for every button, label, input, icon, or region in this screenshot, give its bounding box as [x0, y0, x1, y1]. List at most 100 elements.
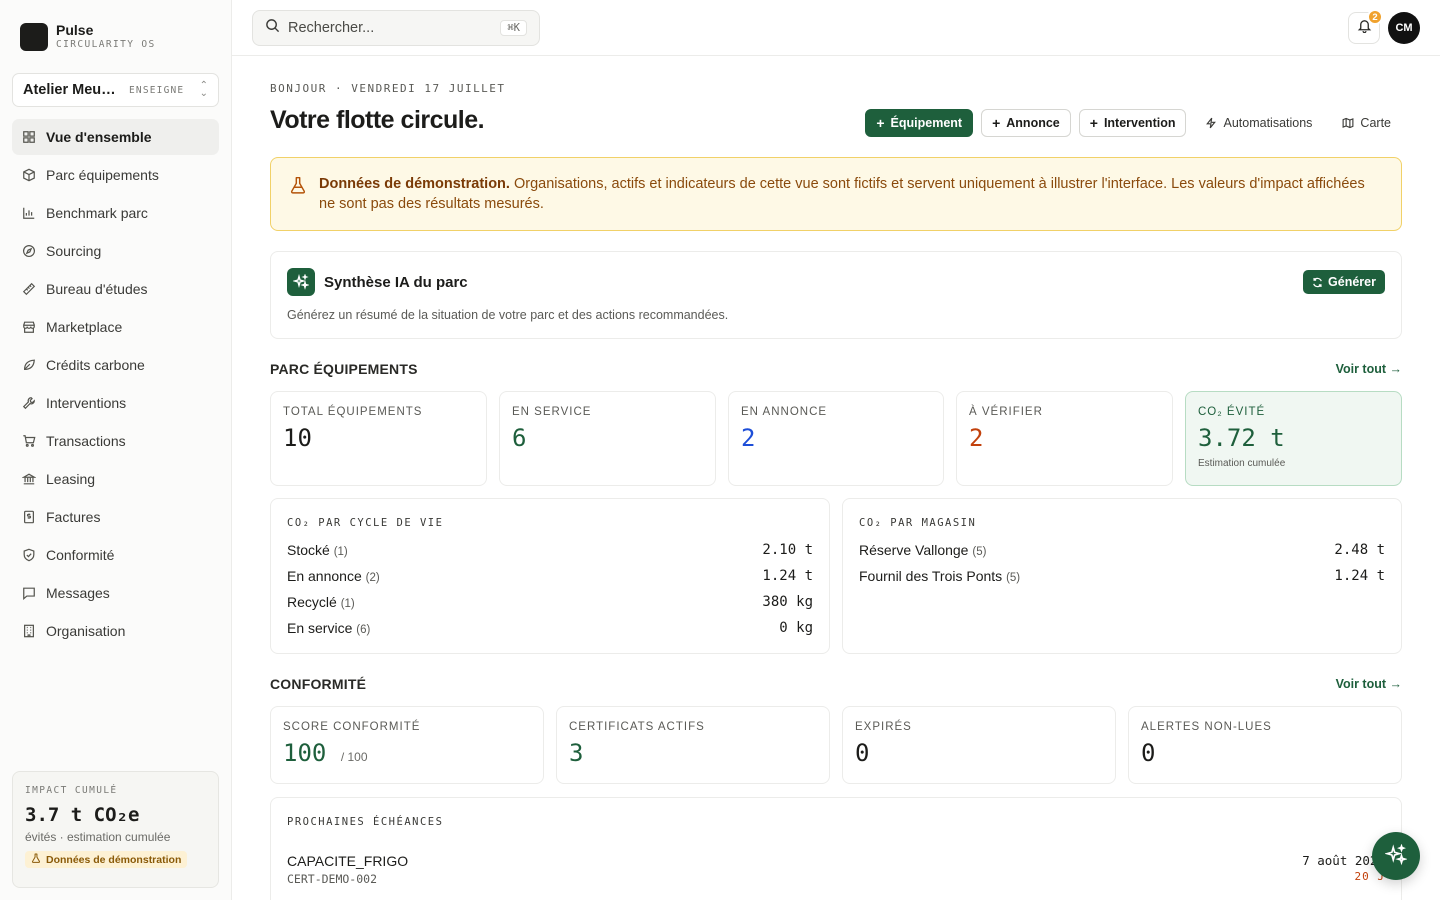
sidebar-item-compliance[interactable]: Conformité	[12, 537, 219, 573]
invoice-icon	[22, 510, 36, 524]
row-count: (6)	[356, 624, 371, 636]
sidebar-item-benchmark[interactable]: Benchmark parc	[12, 195, 219, 231]
sparkles-icon	[1384, 843, 1408, 869]
stat-compliance-score[interactable]: SCORE CONFORMITÉ 100 / 100	[270, 706, 544, 784]
sidebar-item-design-office[interactable]: Bureau d'études	[12, 271, 219, 307]
ai-summary-title: Synthèse IA du parc	[324, 274, 468, 291]
greeting: BONJOUR · VENDREDI 17 JUILLET	[270, 82, 506, 95]
stat-expired[interactable]: EXPIRÉS 0	[842, 706, 1116, 784]
row-count: (5)	[972, 546, 987, 558]
search-icon	[265, 18, 280, 38]
stat-active-certificates[interactable]: CERTIFICATS ACTIFS 3	[556, 706, 830, 784]
bar-chart-icon	[22, 206, 36, 220]
sidebar-item-transactions[interactable]: Transactions	[12, 423, 219, 459]
generate-summary-button[interactable]: Générer	[1303, 270, 1385, 294]
row-value: 1.24 t	[762, 568, 813, 584]
flask-icon	[31, 853, 41, 866]
sidebar-item-marketplace[interactable]: Marketplace	[12, 309, 219, 345]
page-title: Votre flotte circule.	[270, 106, 485, 134]
sidebar-item-messages[interactable]: Messages	[12, 575, 219, 611]
stat-unread-alerts[interactable]: ALERTES NON-LUES 0	[1128, 706, 1402, 784]
sidebar-item-label: Messages	[46, 585, 110, 601]
ai-assistant-button[interactable]	[1372, 832, 1420, 880]
compass-icon	[22, 244, 36, 258]
stat-total-equipment[interactable]: TOTAL ÉQUIPEMENTS 10	[270, 391, 487, 486]
organization-tag: ENSEIGNE	[129, 84, 185, 96]
compliance-see-all-link[interactable]: Voir tout →	[1336, 677, 1402, 691]
compliance-section-title: CONFORMITÉ	[270, 676, 367, 692]
sidebar-item-overview[interactable]: Vue d'ensemble	[12, 119, 219, 155]
sidebar-item-label: Sourcing	[46, 243, 102, 259]
flask-icon	[289, 176, 307, 199]
row-value: 380 kg	[762, 594, 813, 610]
map-label: Carte	[1360, 116, 1391, 130]
sidebar-item-leasing[interactable]: Leasing	[12, 461, 219, 497]
score-suffix: / 100	[340, 750, 368, 764]
stat-value: 0	[1141, 739, 1156, 767]
stat-label: À VÉRIFIER	[969, 406, 1043, 418]
cart-icon	[22, 434, 36, 448]
stat-to-check[interactable]: À VÉRIFIER 2	[956, 391, 1173, 486]
stat-label: EN ANNONCE	[741, 406, 828, 418]
plus-icon: +	[1089, 115, 1098, 131]
search-input[interactable]	[288, 20, 478, 36]
row-value: 0 kg	[779, 620, 813, 636]
organization-selector[interactable]: Atelier Meunier ENSEIGNE ⌃ ⌄	[12, 73, 219, 107]
stat-value: 10	[283, 424, 312, 452]
add-listing-button[interactable]: + Annonce	[981, 109, 1071, 137]
sidebar-item-label: Interventions	[46, 395, 127, 411]
row-value: 1.24 t	[1334, 568, 1385, 584]
brand-name: Pulse	[56, 22, 94, 38]
store-icon	[22, 320, 36, 334]
stat-listed[interactable]: EN ANNONCE 2	[728, 391, 944, 486]
sidebar-item-equipment[interactable]: Parc équipements	[12, 157, 219, 193]
sidebar-nav: Vue d'ensemble Parc équipements Benchmar…	[12, 119, 219, 651]
stat-label: TOTAL ÉQUIPEMENTS	[283, 406, 423, 418]
sidebar-item-label: Leasing	[46, 471, 96, 487]
sidebar-item-invoices[interactable]: Factures	[12, 499, 219, 535]
message-icon	[22, 586, 36, 600]
notifications-count-badge: 2	[1367, 9, 1383, 25]
co2-store-row: Fournil des Trois Ponts (5) 1.24 t	[859, 563, 1385, 589]
search-box[interactable]: ⌘K	[252, 10, 540, 46]
row-count: (1)	[340, 598, 355, 610]
impact-subtitle: évités · estimation cumulée	[25, 830, 171, 844]
map-button[interactable]: Carte	[1331, 109, 1402, 137]
automations-label: Automatisations	[1223, 116, 1313, 130]
deadline-name[interactable]: CAPACITE_FRIGO	[287, 853, 408, 869]
sidebar-item-label: Vue d'ensemble	[46, 129, 152, 145]
stat-label: ALERTES NON-LUES	[1141, 721, 1272, 733]
sidebar-item-interventions[interactable]: Interventions	[12, 385, 219, 421]
wrench-icon	[22, 396, 36, 410]
user-avatar[interactable]: CM	[1388, 12, 1420, 44]
row-value: 2.10 t	[762, 542, 813, 558]
stat-co2-avoided[interactable]: CO₂ ÉVITÉ 3.72 t Estimation cumulée	[1185, 391, 1402, 486]
fleet-see-all-link[interactable]: Voir tout →	[1336, 362, 1402, 376]
stat-in-service[interactable]: EN SERVICE 6	[499, 391, 716, 486]
stat-value: 3	[569, 739, 584, 767]
upcoming-deadlines-card: PROCHAINES ÉCHÉANCES CAPACITE_FRIGO CERT…	[270, 797, 1402, 900]
add-intervention-button[interactable]: + Intervention	[1078, 109, 1187, 137]
automations-button[interactable]: Automatisations	[1194, 109, 1323, 137]
row-label: Réserve Vallonge	[859, 542, 969, 558]
topbar: ⌘K 2 CM	[232, 0, 1440, 56]
sidebar-item-label: Benchmark parc	[46, 205, 148, 221]
generate-summary-label: Générer	[1328, 275, 1376, 289]
brand[interactable]: Pulse CIRCULARITY OS	[20, 22, 156, 52]
sidebar-item-organization[interactable]: Organisation	[12, 613, 219, 649]
sidebar-item-sourcing[interactable]: Sourcing	[12, 233, 219, 269]
sparkles-icon	[287, 268, 315, 296]
row-label: Recyclé	[287, 594, 337, 610]
sidebar-item-carbon-credits[interactable]: Crédits carbone	[12, 347, 219, 383]
add-equipment-button[interactable]: + Équipement	[865, 109, 974, 137]
score-value: 100	[283, 739, 327, 767]
sidebar: Pulse CIRCULARITY OS Atelier Meunier ENS…	[0, 0, 232, 900]
refresh-icon	[1312, 277, 1323, 288]
sidebar-item-label: Transactions	[46, 433, 126, 449]
chevron-up-down-icon: ⌃ ⌄	[199, 80, 208, 99]
demo-banner-text: Données de démonstration. Organisations,…	[319, 174, 1381, 214]
add-listing-label: Annonce	[1006, 116, 1060, 130]
stat-value: 2	[741, 424, 756, 452]
row-count: (2)	[365, 572, 380, 584]
stat-label: EXPIRÉS	[855, 721, 912, 733]
